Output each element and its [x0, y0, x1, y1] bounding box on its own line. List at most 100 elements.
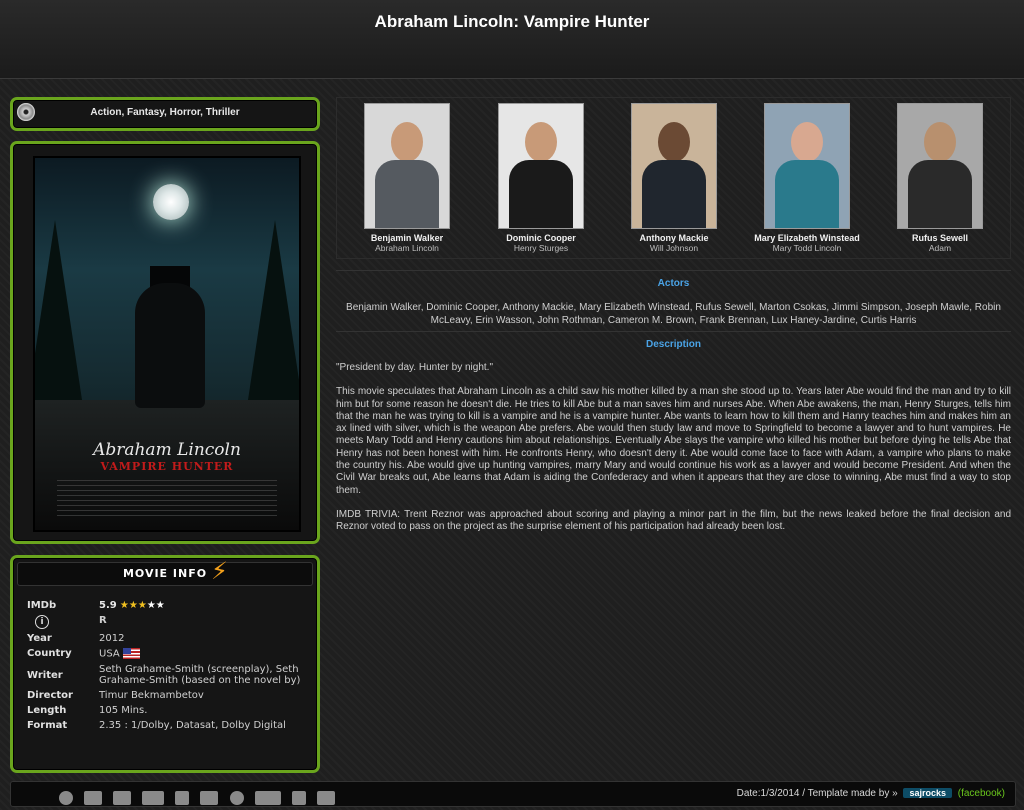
info-label: Director — [27, 689, 73, 701]
info-label: Length — [27, 704, 67, 716]
movie-info-table: IMDb 5.9 ★★★★★ i R Year 2012 Country USA… — [27, 598, 307, 733]
tagline: "President by day. Hunter by night." — [336, 362, 493, 373]
star-rating-icon: ★★★★★ — [120, 600, 165, 611]
cast-role: Henry Sturges — [513, 243, 569, 253]
mpaa-rating: R — [99, 615, 107, 626]
actors-heading: Actors — [657, 278, 690, 289]
cast-name: Benjamin Walker — [370, 233, 444, 243]
studio-logo-icon — [291, 790, 306, 805]
description-heading: Description — [645, 339, 701, 350]
cast-name: Anthony Mackie — [639, 233, 709, 243]
universal-logo-icon — [229, 790, 244, 805]
movie-info-header: MOVIE INFO ⚡ — [17, 557, 313, 586]
genre-box: Action, Fantasy, Horror, Thriller — [10, 97, 320, 131]
photo-body — [509, 160, 573, 228]
cast-photo[interactable] — [897, 103, 983, 229]
imdb-label: IMDb — [27, 600, 57, 611]
cast-card[interactable]: Benjamin Walker Abraham Lincoln — [347, 103, 467, 253]
cast-photo[interactable] — [764, 103, 850, 229]
author-link[interactable]: sajrocks — [903, 788, 952, 798]
poster-box: Abraham Lincoln VAMPIRE HUNTER — [10, 141, 320, 544]
lightning-bolt-icon: ⚡ — [211, 557, 228, 585]
photo-body — [908, 160, 972, 228]
fox-logo-icon — [142, 790, 165, 805]
photo-head — [791, 122, 823, 162]
poster-tree-right — [245, 220, 299, 420]
cast-role: Mary Todd Lincoln — [772, 243, 842, 253]
cast-role: Adam — [928, 243, 952, 253]
cast-row: Benjamin Walker Abraham Lincoln Dominic … — [336, 97, 1011, 259]
imdb-score: 5.9 — [99, 600, 117, 611]
info-row-writer: Writer Seth Grahame-Smith (screenplay), … — [27, 662, 307, 688]
info-row-format: Format 2.35 : 1/Dolby, Datasat, Dolby Di… — [27, 718, 307, 733]
info-circle-icon: i — [35, 615, 49, 629]
plot-text: This movie speculates that Abraham Linco… — [336, 386, 1011, 496]
cast-role: Will Johnson — [649, 243, 699, 253]
columbia-logo-icon — [175, 790, 190, 805]
cast-card[interactable]: Anthony Mackie Will Johnson — [614, 103, 734, 253]
us-flag-icon — [122, 648, 140, 659]
info-value: Timur Bekmambetov — [99, 689, 204, 701]
photo-head — [391, 122, 423, 162]
photo-head — [658, 122, 690, 162]
poster-moon — [153, 184, 189, 220]
cast-role: Abraham Lincoln — [375, 243, 439, 253]
stars-empty: ★★ — [146, 600, 165, 611]
cast-card[interactable]: Dominic Cooper Henry Sturges — [481, 103, 601, 253]
info-value: 2.35 : 1/Dolby, Datasat, Dolby Digital — [99, 719, 286, 731]
info-label: Country — [27, 648, 72, 659]
info-label: Writer — [27, 669, 63, 681]
movie-info-box: MOVIE INFO ⚡ IMDb 5.9 ★★★★★ i R Year 201… — [10, 555, 320, 773]
info-value: Seth Grahame-Smith (screenplay), Seth Gr… — [99, 663, 301, 686]
castle-rock-logo-icon — [254, 790, 281, 805]
cast-name: Rufus Sewell — [911, 233, 968, 243]
paramount-logo-icon — [113, 790, 132, 805]
poster-tree-left — [35, 220, 85, 420]
info-row-length: Length 105 Mins. — [27, 703, 307, 718]
photo-head — [924, 122, 956, 162]
movie-info-title: MOVIE INFO — [122, 567, 208, 580]
studio-logo-icon — [316, 790, 335, 805]
cast-card[interactable]: Mary Elizabeth Winstead Mary Todd Lincol… — [747, 103, 867, 253]
divider — [336, 270, 1011, 271]
mgm-logo-icon — [84, 790, 103, 805]
info-row-rating: i R — [27, 613, 307, 631]
facebook-link[interactable]: (facebook) — [958, 788, 1005, 799]
cast-photo[interactable] — [498, 103, 584, 229]
info-label: Year — [27, 633, 52, 644]
photo-head — [525, 122, 557, 162]
stars-filled: ★★★ — [119, 600, 147, 611]
studio-logos — [59, 787, 341, 806]
poster-figure — [135, 283, 205, 408]
divider — [336, 331, 1011, 332]
cast-photo[interactable] — [631, 103, 717, 229]
page-title: Abraham Lincoln: Vampire Hunter — [374, 12, 650, 31]
footer-credit: Date:1/3/2014 / Template made by » sajro… — [737, 788, 1005, 799]
cast-card[interactable]: Rufus Sewell Adam — [880, 103, 1000, 253]
info-value: 105 Mins. — [99, 704, 148, 716]
poster-credits — [57, 480, 277, 520]
info-label: Format — [27, 719, 68, 731]
info-row-director: Director Timur Bekmambetov — [27, 688, 307, 703]
info-value: 2012 — [99, 633, 125, 644]
cast-photo[interactable] — [364, 103, 450, 229]
photo-body — [375, 160, 439, 228]
hbo-logo-icon — [200, 790, 219, 805]
poster-subtitle: VAMPIRE HUNTER — [100, 460, 234, 473]
info-row-country: Country USA — [27, 646, 307, 662]
genre-list: Action, Fantasy, Horror, Thriller — [90, 107, 240, 118]
photo-body — [642, 160, 706, 228]
info-row-imdb: IMDb 5.9 ★★★★★ — [27, 598, 307, 613]
actors-list: Benjamin Walker, Dominic Cooper, Anthony… — [346, 302, 1001, 326]
info-value: USA — [99, 648, 120, 660]
movie-poster: Abraham Lincoln VAMPIRE HUNTER — [33, 156, 301, 532]
footer-date: Date:1/3/2014 / Template made by » — [736, 788, 898, 799]
poster-title: Abraham Lincoln — [93, 440, 241, 460]
description-body: "President by day. Hunter by night." Thi… — [336, 362, 1011, 546]
cast-name: Dominic Cooper — [506, 233, 576, 243]
trivia-text: IMDB TRIVIA: Trent Reznor was approached… — [336, 508, 1011, 533]
photo-body — [775, 160, 839, 228]
header-bar: Abraham Lincoln: Vampire Hunter — [0, 0, 1024, 79]
footer-bar: Date:1/3/2014 / Template made by » sajro… — [10, 781, 1016, 807]
info-row-year: Year 2012 — [27, 631, 307, 646]
